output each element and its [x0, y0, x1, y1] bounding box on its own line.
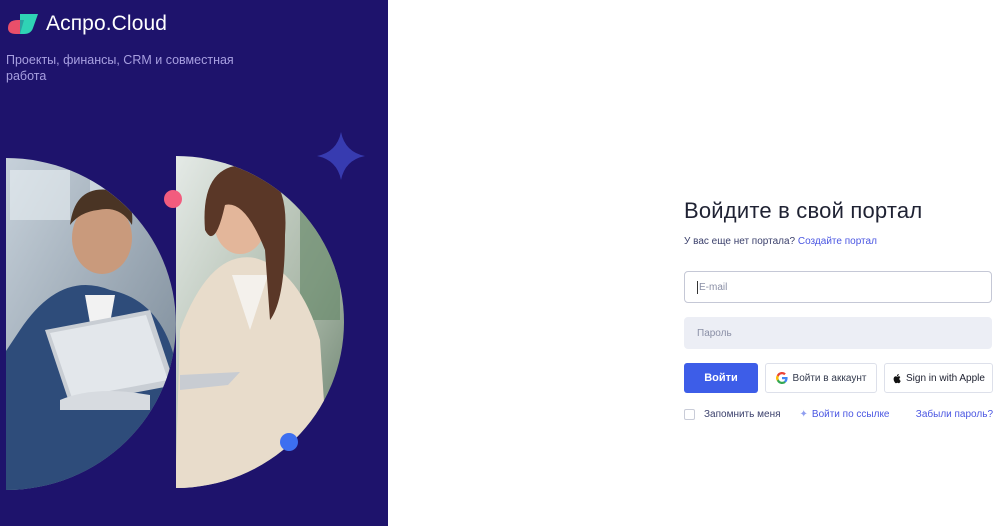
pink-dot-icon [164, 190, 182, 208]
google-login-button[interactable]: Войти в аккаунт [765, 363, 877, 393]
blue-dot-icon [280, 433, 298, 451]
star-sparkle-icon [317, 132, 365, 180]
login-button[interactable]: Войти [684, 363, 758, 393]
login-form: Войдите в свой портал У вас еще нет порт… [684, 198, 994, 420]
magic-link[interactable]: ✦ Войти по ссылке [800, 409, 890, 420]
login-options: Запомнить меня ✦ Войти по ссылке Забыли … [684, 407, 993, 421]
email-placeholder: E-mail [699, 281, 728, 293]
email-field[interactable]: E-mail [684, 271, 992, 303]
logo-icon [8, 14, 38, 34]
google-login-label: Войти в аккаунт [792, 372, 867, 384]
google-icon [775, 372, 788, 384]
page-title: Войдите в свой портал [684, 198, 923, 223]
apple-login-button[interactable]: Sign in with Apple [884, 363, 993, 393]
apple-login-label: Sign in with Apple [906, 372, 985, 384]
create-portal-link[interactable]: Создайте портал [798, 236, 877, 247]
brand-name: Аспро.Cloud [46, 12, 168, 35]
magic-link-label: Войти по ссылке [811, 408, 890, 420]
signup-hint: У вас еще нет портала? Создайте портал [684, 236, 994, 247]
remember-me-label[interactable]: Запомнить меня [704, 409, 781, 420]
brand[interactable]: Аспро.Cloud [6, 12, 167, 36]
photo-woman [176, 156, 344, 488]
remember-me-checkbox[interactable] [684, 408, 695, 420]
sparkle-icon: ✦ [799, 408, 808, 420]
login-panel: Войдите в свой портал У вас еще нет порт… [388, 0, 1000, 526]
brand-tagline: Проекты, финансы, CRM и совместная работ… [6, 53, 234, 83]
password-field[interactable]: Пароль [684, 317, 992, 349]
forgot-password-link[interactable]: Забыли пароль? [916, 409, 993, 420]
promo-panel: Аспро.Cloud Проекты, финансы, CRM и совм… [0, 0, 388, 526]
text-caret [697, 280, 698, 294]
password-placeholder: Пароль [697, 327, 732, 339]
apple-icon [892, 373, 901, 384]
no-portal-text: У вас еще нет портала? [684, 236, 796, 247]
photo-man [6, 158, 176, 490]
